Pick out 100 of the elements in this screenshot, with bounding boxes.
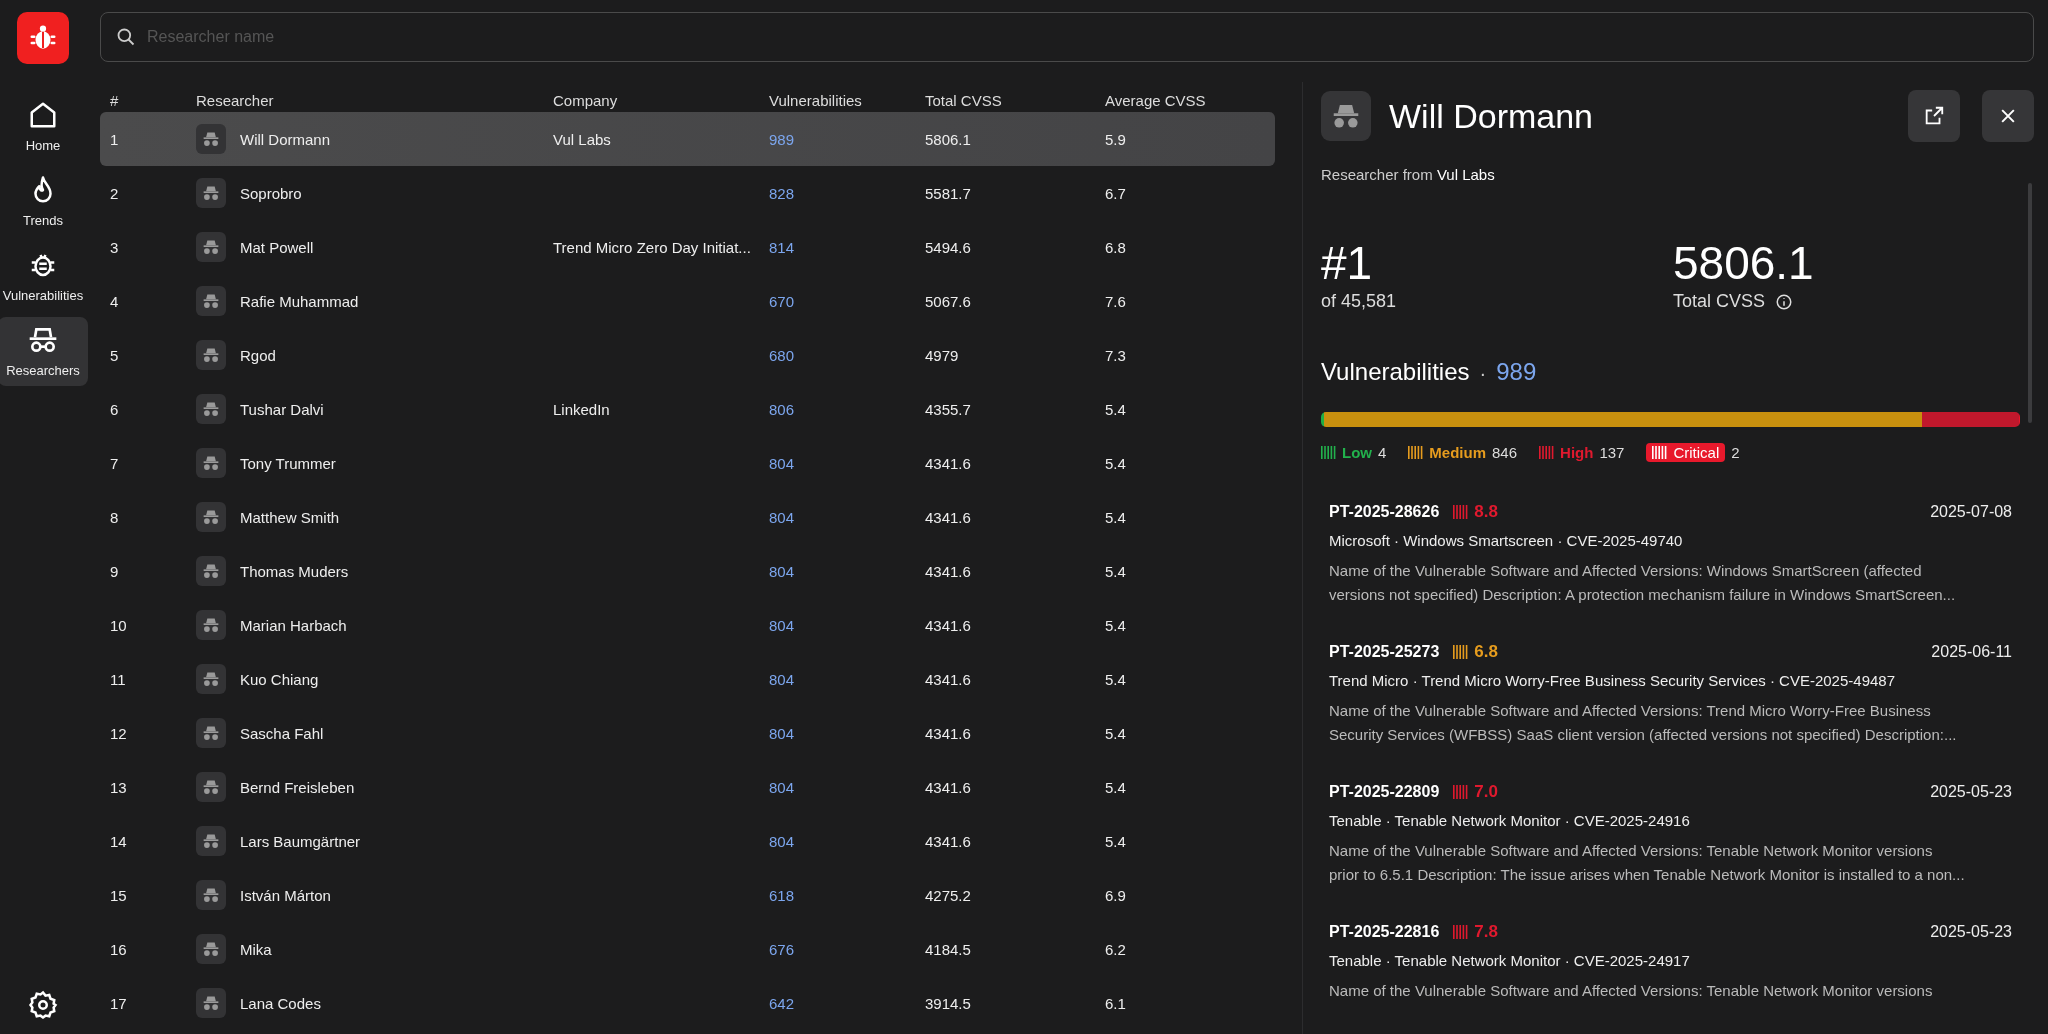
open-external-button[interactable] — [1908, 90, 1960, 142]
total-cvss-cell-text: 4979 — [925, 346, 960, 364]
table-row[interactable]: 12 Sascha Fahl 804 4341.6 5.4 — [100, 706, 1275, 760]
average-cvss-cell-text: 5.4 — [1105, 562, 1127, 580]
severity-bars-icon — [1453, 925, 1470, 940]
total-cvss-cell-text: 4341.6 — [925, 832, 972, 850]
entry-id: PT-2025-25273 — [1329, 643, 1440, 662]
vulnerabilities-cell[interactable]: 828 — [769, 184, 925, 202]
rank-cell-text: 10 — [110, 616, 128, 634]
entry-id: PT-2025-28626 — [1329, 503, 1440, 522]
vulnerabilities-cell[interactable]: 804 — [769, 832, 925, 850]
severity-bars-icon — [1408, 446, 1425, 460]
table-row[interactable]: 4 Rafie Muhammad 670 5067.6 7.6 — [100, 274, 1275, 328]
researcher-name: Lars Baumgärtner — [240, 832, 361, 850]
column-header[interactable]: Company — [553, 91, 769, 109]
vulnerabilities-cell[interactable]: 680 — [769, 346, 925, 364]
table-row[interactable]: 15 István Márton 618 4275.2 6.9 — [100, 868, 1275, 922]
entry-date: 2025-05-23 — [1930, 923, 2012, 942]
vulnerabilities-cell[interactable]: 670 — [769, 292, 925, 310]
table-row[interactable]: 3 Mat Powell Trend Micro Zero Day Initiat... 814 5494.6 6.8 — [100, 220, 1275, 274]
vulnerabilities-cell[interactable]: 804 — [769, 562, 925, 580]
vulnerabilities-cell[interactable]: 989 — [769, 130, 925, 148]
avatar-icon — [196, 286, 226, 316]
column-header[interactable]: Vulnerabilities — [769, 91, 925, 109]
table-row[interactable]: 14 Lars Baumgärtner 804 4341.6 5.4 — [100, 814, 1275, 868]
table-row[interactable]: 10 Marian Harbach 804 4341.6 5.4 — [100, 598, 1275, 652]
rank-cell-text: 4 — [110, 292, 120, 310]
total-cvss-label: Total CVSS — [1673, 291, 1766, 313]
table-row[interactable]: 6 Tushar Dalvi LinkedIn 806 4355.7 5.4 — [100, 382, 1275, 436]
search-field[interactable]: Researcher name — [100, 12, 2034, 62]
vulnerabilities-cell[interactable]: 804 — [769, 616, 925, 634]
average-cvss-cell-text: 6.9 — [1105, 886, 1127, 904]
entry-description: Name of the Vulnerable Software and Affected Versions: Tenable Network Monitor versions — [1329, 981, 1934, 1002]
rank-cell-text: 8 — [110, 508, 120, 526]
table-row[interactable]: 11 Kuo Chiang 804 4341.6 5.4 — [100, 652, 1275, 706]
entry-date: 2025-05-23 — [1930, 783, 2012, 802]
total-cvss-cell-text: 4184.5 — [925, 940, 972, 958]
average-cvss-cell-text: 6.1 — [1105, 994, 1127, 1012]
rank-cell-text: 6 — [110, 400, 120, 418]
entry-meta: Tenable · Tenable Network Monitor · CVE-2025-24917 — [1329, 952, 1691, 970]
total-cvss-cell-text: 4341.6 — [925, 454, 972, 472]
avatar-icon — [196, 934, 226, 964]
vulnerabilities-cell[interactable]: 804 — [769, 454, 925, 472]
app-logo[interactable] — [17, 12, 69, 64]
researcher-name: Soprobro — [240, 184, 302, 202]
researcher-name: Tony Trummer — [240, 454, 336, 472]
nav-item[interactable]: Researchers — [0, 317, 88, 386]
close-button[interactable] — [1982, 90, 2034, 142]
entry-id: PT-2025-22816 — [1329, 923, 1440, 942]
entry-meta: Tenable · Tenable Network Monitor · CVE-2025-24916 — [1329, 812, 1691, 830]
nav-item[interactable]: Vulnerabilities — [0, 242, 88, 311]
rank-cell-text: 15 — [110, 886, 128, 904]
table-row[interactable]: 13 Bernd Freisleben 804 4341.6 5.4 — [100, 760, 1275, 814]
column-header[interactable]: Researcher — [196, 91, 553, 109]
nav-item[interactable]: Trends — [0, 167, 88, 236]
rank-cell-text: 7 — [110, 454, 120, 472]
info-icon[interactable] — [1775, 292, 1794, 311]
severity-bars-icon — [1453, 785, 1470, 800]
entry-description: Name of the Vulnerable Software and Affected Versions: Trend Micro Worry-Free Business Security Services (WFBSS) SaaS client version (affected versions not specified) Description:... — [1329, 701, 1958, 746]
table-row[interactable]: 16 Mika 676 4184.5 6.2 — [100, 922, 1275, 976]
home-icon — [28, 100, 58, 130]
vulnerabilities-cell[interactable]: 806 — [769, 400, 925, 418]
table-row[interactable]: 2 Soprobro 828 5581.7 6.7 — [100, 166, 1275, 220]
vulnerabilities-cell[interactable]: 804 — [769, 670, 925, 688]
severity-count: 4 — [1378, 444, 1387, 462]
nav-item[interactable]: Home — [0, 92, 88, 161]
rank-total: of 45,581 — [1321, 291, 1398, 313]
rank-cell-text: 12 — [110, 724, 128, 742]
vulnerabilities-cell[interactable]: 804 — [769, 508, 925, 526]
avatar-icon — [196, 988, 226, 1018]
vulnerabilities-cell[interactable]: 642 — [769, 994, 925, 1012]
column-header[interactable]: Total CVSS — [925, 91, 1105, 109]
company-cell-text: Trend Micro Zero Day Initiat... — [553, 238, 752, 256]
entry-description: Name of the Vulnerable Software and Affected Versions: Windows SmartScreen (affected versions not specified) Description: A protection mechanism failure in Windows SmartScreen... — [1329, 561, 1957, 606]
search-icon — [116, 27, 136, 47]
table-row[interactable]: 5 Rgod 680 4979 7.3 — [100, 328, 1275, 382]
rank-cell-text: 1 — [110, 130, 120, 148]
total-cvss-cell-text: 4341.6 — [925, 508, 972, 526]
total-cvss-cell-text: 5581.7 — [925, 184, 972, 202]
column-header[interactable]: # — [110, 91, 196, 109]
table-row[interactable]: 9 Thomas Muders 804 4341.6 5.4 — [100, 544, 1275, 598]
rank-cell-text: 2 — [110, 184, 120, 202]
rank-cell-text: 5 — [110, 346, 120, 364]
table-row[interactable]: 8 Matthew Smith 804 4341.6 5.4 — [100, 490, 1275, 544]
settings-icon[interactable] — [28, 990, 58, 1020]
table-row[interactable]: 1 Will Dormann Vul Labs 989 5806.1 5.9 — [100, 112, 1275, 166]
vulnerabilities-cell[interactable]: 804 — [769, 724, 925, 742]
severity-count: 137 — [1599, 444, 1625, 462]
scrollbar[interactable] — [2028, 183, 2032, 423]
vulnerabilities-cell[interactable]: 676 — [769, 940, 925, 958]
total-cvss-cell-text: 4341.6 — [925, 670, 972, 688]
vulnerabilities-cell[interactable]: 804 — [769, 778, 925, 796]
vulnerabilities-cell[interactable]: 618 — [769, 886, 925, 904]
table-row[interactable]: 17 Lana Codes 642 3914.5 6.1 — [100, 976, 1275, 1030]
table-row[interactable]: 7 Tony Trummer 804 4341.6 5.4 — [100, 436, 1275, 490]
column-header[interactable]: Average CVSS — [1105, 91, 1275, 109]
vulnerabilities-cell[interactable]: 814 — [769, 238, 925, 256]
vulnerability-entry[interactable]: PT-2025-22816 7.8 2025-05-23 Tenable · Tenable Network Monitor · CVE-2025-24917 Name of the Vulnerable Software and Affected Versions: Tenable Network Monitor versions — [1321, 914, 2020, 1034]
average-cvss-cell-text: 5.9 — [1105, 130, 1127, 148]
external-link-icon — [1923, 105, 1945, 127]
